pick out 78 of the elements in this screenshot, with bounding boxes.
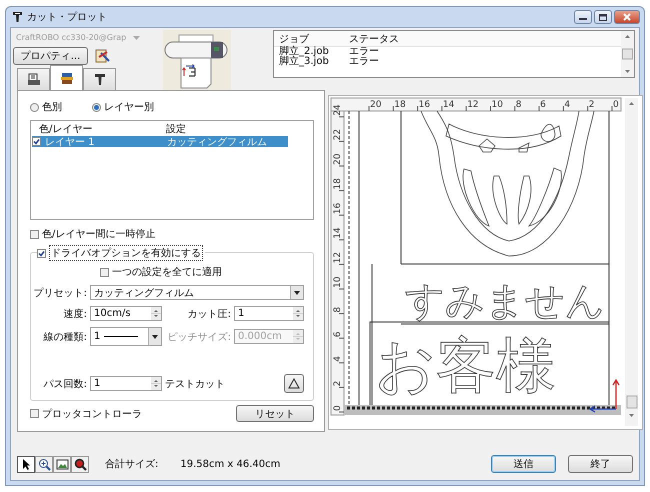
radio-button[interactable]: 色別 xyxy=(30,100,62,114)
layer-name: レイヤー 1 xyxy=(45,136,95,148)
column-header[interactable]: 色/レイヤー xyxy=(31,122,166,136)
column-header[interactable]: ジョブ xyxy=(274,32,349,46)
printer-icon xyxy=(26,73,40,86)
tab[interactable] xyxy=(83,68,116,90)
triangle-icon xyxy=(288,378,300,389)
zoom-icon xyxy=(74,458,86,470)
checkbox[interactable] xyxy=(30,409,39,418)
window-title: カット・プロット xyxy=(27,10,108,24)
dropdown-button[interactable] xyxy=(148,328,161,345)
checkbox[interactable] xyxy=(30,230,39,238)
checkbox-label: ドライバオプションを有効にする xyxy=(49,245,203,261)
tab[interactable] xyxy=(50,65,83,90)
picture-icon xyxy=(56,458,68,470)
stack-icon xyxy=(60,72,74,84)
column-header[interactable]: ステータス xyxy=(349,32,449,46)
maximize-icon xyxy=(599,14,607,20)
reset-button[interactable]: リセット xyxy=(236,405,314,422)
origin-arrows xyxy=(588,378,620,413)
preset-dropdown[interactable]: カッティングフィルム xyxy=(90,285,304,300)
checkbox[interactable] xyxy=(32,137,41,146)
field-label: ピッチサイズ: xyxy=(166,330,231,344)
table-cell-text: エラー xyxy=(349,47,380,57)
passes-field[interactable]: 1 xyxy=(90,376,162,391)
settings-button[interactable] xyxy=(94,47,112,65)
dropdown-button[interactable] xyxy=(290,286,303,299)
scrollbar[interactable] xyxy=(625,98,638,426)
field-label: 線の種類: xyxy=(42,330,87,344)
speed-field[interactable]: 10cm/s xyxy=(90,306,162,321)
field-label: プリセット: xyxy=(32,286,87,300)
table-cell-text: エラー xyxy=(349,57,380,67)
table-cell-text: 脚立_2.job xyxy=(278,47,330,57)
pressure-field[interactable]: 1 xyxy=(234,306,304,321)
field-label: パス回数: xyxy=(42,378,87,390)
checkbox[interactable] xyxy=(37,248,46,258)
close-button[interactable] xyxy=(614,10,640,24)
pin-icon xyxy=(92,73,106,86)
field-label: カット圧: xyxy=(186,308,231,320)
caret-icon xyxy=(294,290,300,294)
outlined-text: お客様 xyxy=(375,331,556,401)
line-type-dropdown[interactable]: 1 xyxy=(90,327,162,346)
vertical-ruler: 24 22 20 18 16 14 12 10 8 6 4 2 0 xyxy=(330,104,344,416)
dialog-button[interactable]: 終了 xyxy=(568,455,633,473)
solid-line-icon xyxy=(104,335,138,338)
test-cut-button[interactable] xyxy=(284,374,304,393)
spin-buttons[interactable] xyxy=(293,307,303,320)
column-header[interactable]: 設定 xyxy=(166,122,286,136)
layer-setting: カッティングフィルム xyxy=(167,136,268,148)
minimize-button[interactable] xyxy=(574,10,592,24)
list-row[interactable]: レイヤー 1 カッティングフィルム xyxy=(32,136,288,147)
close-icon xyxy=(623,13,631,21)
dialog-button[interactable]: 送信 xyxy=(491,455,556,473)
maximize-button[interactable] xyxy=(594,10,612,24)
zoom-icon xyxy=(38,458,50,470)
total-size-value: 19.58cm x 46.40cm xyxy=(180,458,280,470)
tool-button[interactable] xyxy=(35,456,53,472)
total-size-label: 合計サイズ: xyxy=(105,458,158,471)
tool-button[interactable] xyxy=(71,456,89,472)
spin-buttons[interactable] xyxy=(151,377,161,390)
radio-button[interactable]: レイヤー別 xyxy=(92,100,154,114)
tool-button[interactable] xyxy=(53,456,71,472)
outlined-text: すみません xyxy=(405,279,605,324)
checkbox-label: 一つの設定を全てに適用 xyxy=(112,266,222,279)
caret-icon xyxy=(152,334,158,338)
pin-icon xyxy=(12,11,23,23)
field-label: 速度: xyxy=(62,308,87,320)
checkbox-label: プロッタコントローラ xyxy=(42,408,142,420)
caret-icon xyxy=(133,36,140,40)
checkbox[interactable] xyxy=(100,268,109,276)
table-cell-text: 脚立_3.job xyxy=(278,57,330,67)
field-label: テストカット xyxy=(165,378,225,390)
properties-button[interactable]: プロパティ... xyxy=(13,47,88,65)
tool-button[interactable] xyxy=(17,456,35,472)
checkbox-label: 色/レイヤー間に一時停止 xyxy=(42,228,156,241)
spin-buttons[interactable] xyxy=(151,307,161,320)
tab[interactable] xyxy=(17,68,50,90)
tools-icon xyxy=(95,48,111,64)
